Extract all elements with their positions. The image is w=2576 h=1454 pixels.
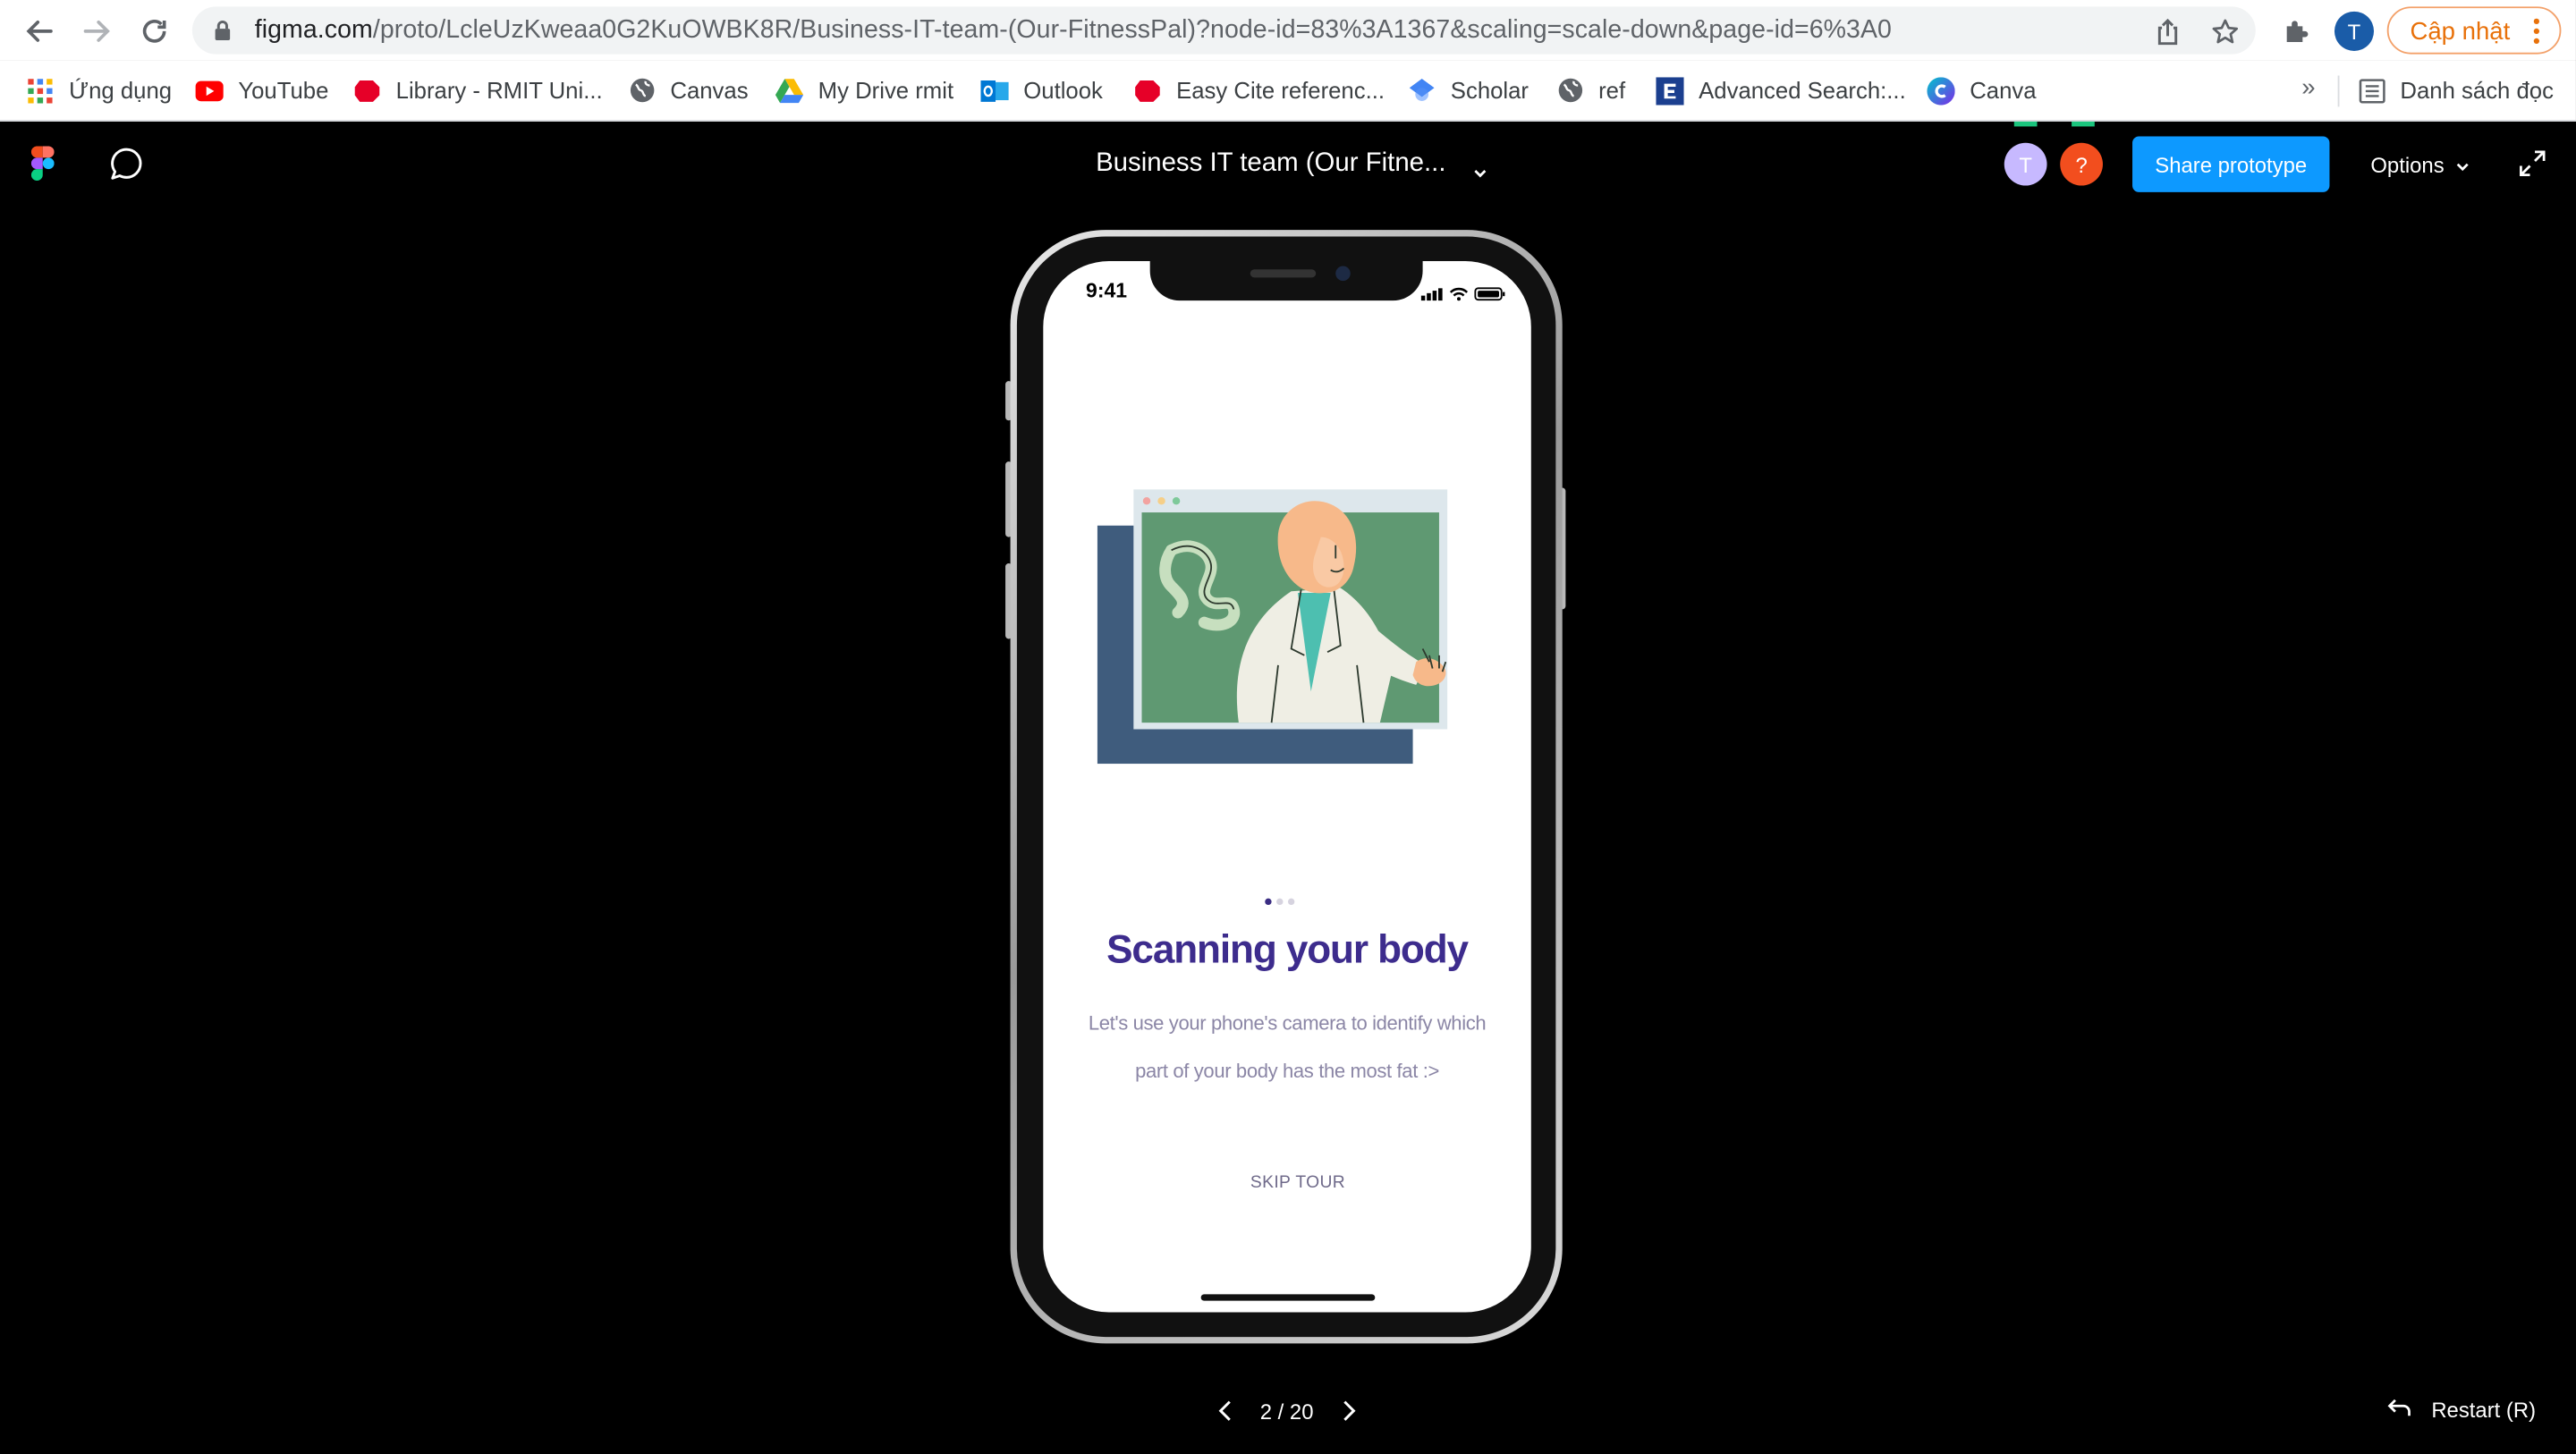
phone-notch	[1149, 261, 1423, 301]
elsevier-icon	[1656, 76, 1684, 105]
chevron-right-icon[interactable]	[1339, 1399, 1359, 1431]
globe-icon	[628, 76, 656, 104]
globe-icon	[1555, 76, 1583, 104]
bookmark-label: Outlook	[1023, 77, 1103, 104]
bookmark-scholar[interactable]: Scholar	[1408, 75, 1529, 105]
phone-screen: 9:41 Scanning your body Let's use your p…	[1043, 261, 1531, 1313]
bookmark-ref[interactable]: ref	[1555, 75, 1625, 105]
bookmark-apps[interactable]: Ứng dụng	[26, 75, 172, 105]
lock-icon[interactable]	[214, 20, 232, 49]
screen-description: Let's use your phone's camera to identif…	[1063, 1001, 1511, 1095]
pager-dot[interactable]	[1287, 898, 1295, 906]
options-menu[interactable]: Options	[2370, 152, 2470, 178]
fullscreen-icon[interactable]	[2519, 149, 2546, 185]
bookmarks-divider	[2337, 75, 2340, 107]
share-icon[interactable]	[2150, 15, 2183, 48]
home-indicator	[1200, 1294, 1376, 1301]
pager-dot[interactable]	[1276, 898, 1284, 906]
update-label: Cập nhật	[2410, 18, 2511, 46]
speaker-grille	[1250, 269, 1317, 278]
bookmark-label: YouTube	[238, 77, 329, 104]
bookmark-label: Advanced Search:...	[1699, 77, 1906, 104]
kebab-menu-icon	[2533, 18, 2539, 53]
bookmark-canvas[interactable]: Canvas	[628, 75, 749, 105]
bookmark-canva[interactable]: Canva	[1927, 75, 2037, 105]
comment-icon[interactable]	[108, 146, 144, 190]
bookmark-label: ref	[1598, 77, 1626, 104]
profile-avatar[interactable]: T	[2334, 11, 2375, 51]
bookmark-label: Library - RMIT Uni...	[395, 77, 603, 104]
bookmark-label: Canva	[1970, 77, 2037, 104]
rmit-icon	[353, 76, 381, 104]
avatar[interactable]: T	[2004, 142, 2047, 186]
avatar[interactable]: ?	[2060, 142, 2103, 186]
reading-list-label: Danh sách đọc	[2400, 77, 2554, 104]
bookmark-label: My Drive rmit	[818, 77, 954, 104]
bookmark-outlook[interactable]: Outlook	[980, 75, 1103, 105]
bookmark-easy-cite[interactable]: Easy Cite referenc...	[1133, 75, 1385, 105]
file-title[interactable]: Business IT team (Our Fitne...	[1096, 149, 1445, 179]
pager-dot-active[interactable]	[1265, 898, 1272, 906]
status-icons	[1420, 281, 1507, 310]
reading-list-icon	[2358, 76, 2385, 104]
doctor-illustration	[1097, 489, 1448, 765]
restart-arrow-icon	[2387, 1398, 2412, 1423]
rmit-icon	[1133, 76, 1161, 104]
star-icon[interactable]	[2208, 15, 2241, 48]
youtube-icon	[195, 76, 224, 104]
screen-title: Scanning your body	[1106, 927, 1469, 973]
forward-arrow-icon[interactable]	[74, 8, 120, 54]
canva-icon	[1927, 76, 1955, 105]
reading-list-button[interactable]: Danh sách đọc	[2358, 75, 2554, 105]
back-arrow-icon[interactable]	[16, 8, 62, 54]
restart-label: Restart (R)	[2431, 1398, 2537, 1423]
front-camera	[1335, 266, 1351, 282]
bookmark-youtube[interactable]: YouTube	[195, 75, 329, 105]
status-time: 9:41	[1086, 279, 1128, 302]
bookmark-my-drive[interactable]: My Drive rmit	[775, 75, 953, 105]
chevron-down-icon[interactable]	[1472, 157, 1488, 187]
update-button[interactable]: Cập nhật	[2386, 6, 2562, 55]
bookmark-label: Easy Cite referenc...	[1176, 77, 1385, 104]
chevron-down-icon	[2454, 153, 2470, 178]
outlook-icon	[980, 76, 1009, 104]
description-line: part of your body has the most fat :>	[1135, 1058, 1439, 1082]
bookmark-label: Scholar	[1450, 77, 1529, 104]
bookmark-label: Ứng dụng	[69, 77, 173, 104]
address-bar[interactable]: figma.com/proto/LcleUzKweaa0G2KuOWBK8R/B…	[191, 6, 2256, 55]
scholar-icon	[1408, 76, 1436, 104]
presence-indicator	[2072, 121, 2095, 127]
bookmark-advanced-search[interactable]: Advanced Search:...	[1656, 75, 1906, 105]
puzzle-icon[interactable]	[2274, 8, 2319, 54]
apps-grid-icon	[26, 76, 54, 104]
chevron-left-icon[interactable]	[1216, 1399, 1235, 1431]
page-counter: 2 / 20	[1259, 1399, 1314, 1424]
bookmark-library-rmit[interactable]: Library - RMIT Uni...	[353, 75, 603, 105]
restart-button[interactable]: Restart (R)	[2387, 1398, 2536, 1423]
google-drive-icon	[775, 76, 804, 104]
reload-icon[interactable]	[131, 8, 177, 54]
url-text: figma.com/proto/LcleUzKweaa0G2KuOWBK8R/B…	[254, 16, 1892, 45]
onboarding-pager	[1265, 898, 1295, 906]
figma-logo-icon[interactable]	[30, 146, 55, 189]
options-label: Options	[2370, 152, 2445, 178]
browser-toolbar: figma.com/proto/LcleUzKweaa0G2KuOWBK8R/B…	[0, 0, 2576, 61]
bookmarks-bar: Ứng dụng YouTube Library - RMIT Uni... C…	[0, 60, 2576, 122]
bookmark-label: Canvas	[670, 77, 749, 104]
skip-tour-button[interactable]: SKIP TOUR	[1043, 1172, 1530, 1192]
bookmarks-overflow-button[interactable]: »	[2301, 74, 2315, 102]
presence-indicator	[2013, 121, 2038, 127]
share-prototype-button[interactable]: Share prototype	[2132, 136, 2330, 192]
description-line: Let's use your phone's camera to identif…	[1088, 1011, 1487, 1036]
